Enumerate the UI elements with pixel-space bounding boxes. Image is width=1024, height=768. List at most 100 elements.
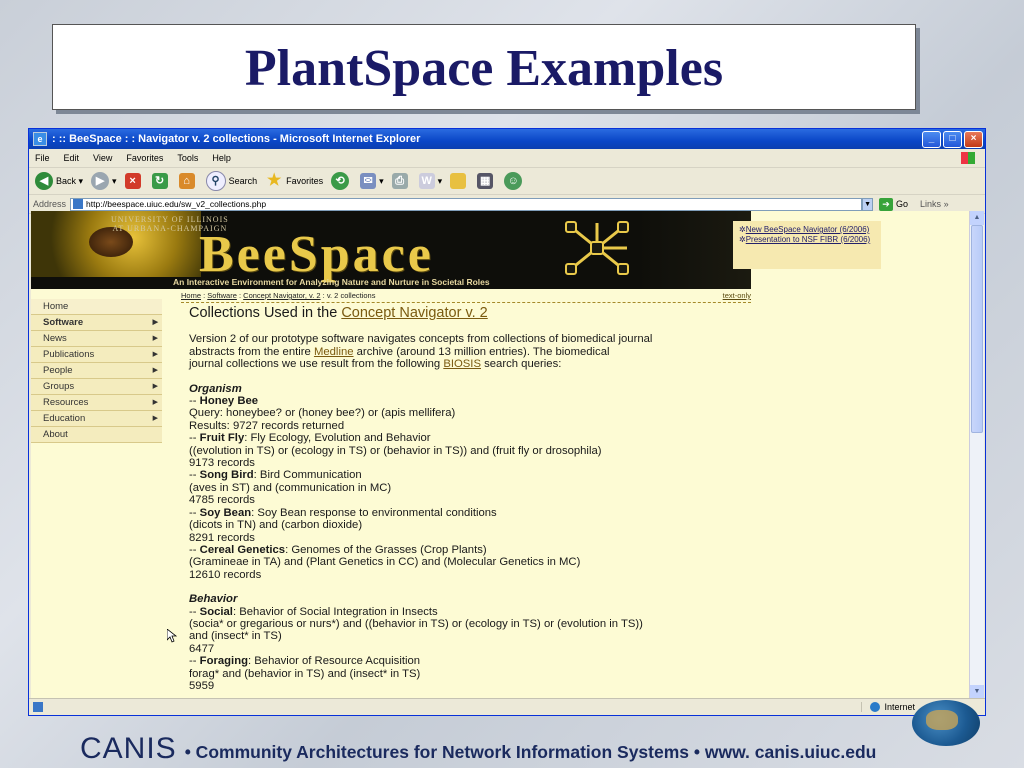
nav-item-news[interactable]: News ▶	[31, 331, 162, 347]
mouse-cursor-icon	[167, 629, 177, 643]
cereal-query: (Gramineae in TA) and (Plant Genetics in…	[189, 556, 581, 569]
songbird-records: 4785 records	[189, 494, 255, 507]
edit-button[interactable]: W ▾	[418, 173, 442, 189]
nav-item-groups[interactable]: Groups ▶	[31, 379, 162, 395]
network-graph-icon	[565, 221, 629, 275]
songbird-query: (aves in ST) and (communication in MC)	[189, 481, 392, 494]
text-only-link[interactable]: text-only	[723, 291, 751, 300]
links-button[interactable]: Links »	[920, 199, 949, 209]
history-button[interactable]: ⟲	[331, 172, 352, 190]
research-icon: ▦	[477, 173, 494, 189]
mail-icon: ✉	[360, 173, 377, 189]
menu-tools[interactable]: Tools	[177, 153, 198, 163]
nav-label: Publications	[43, 349, 95, 360]
university-line-1: UNIVERSITY OF ILLINOIS	[111, 215, 229, 224]
menu-file[interactable]: File	[35, 153, 50, 163]
soybean-label: Soy Bean	[199, 506, 252, 519]
breadcrumb-software[interactable]: Software	[207, 291, 237, 300]
nav-item-publications[interactable]: Publications ▶	[31, 347, 162, 363]
refresh-button[interactable]: ↻	[151, 173, 171, 189]
nav-item-software[interactable]: Software ▶	[31, 315, 162, 331]
stop-icon: ×	[124, 173, 141, 189]
breadcrumb-concept[interactable]: Concept Navigator, v. 2	[243, 291, 320, 300]
page-heading: Collections Used in the Concept Navigato…	[189, 305, 769, 321]
globe-decoration-icon	[912, 700, 980, 746]
foraging-label: Foraging	[199, 655, 248, 668]
menu-help[interactable]: Help	[212, 153, 231, 163]
research-button[interactable]: ▦	[477, 173, 496, 189]
search-label: Search	[228, 176, 258, 186]
scroll-down-icon[interactable]: ▼	[970, 685, 984, 699]
mail-button[interactable]: ✉ ▾	[360, 173, 384, 189]
nav-item-home[interactable]: Home	[31, 299, 162, 315]
scrollbar-thumb[interactable]	[971, 225, 983, 433]
back-arrow-icon: ◀	[35, 172, 53, 190]
nav-item-resources[interactable]: Resources ▶	[31, 395, 162, 411]
forward-button[interactable]: ▶ ▾	[91, 172, 117, 190]
intro-line-2a: abstracts from the entire	[189, 345, 314, 358]
social-query-2: and (insect* in TS)	[189, 630, 282, 643]
breadcrumb: Home : Software : Concept Navigator, v. …	[181, 291, 751, 303]
address-label: Address	[33, 199, 67, 209]
beespace-banner: UNIVERSITY OF ILLINOIS AT URBANA-CHAMPAI…	[31, 211, 751, 289]
nav-label: Education	[43, 413, 86, 424]
search-button[interactable]: ⚲ Search	[205, 171, 258, 191]
main-content: Collections Used in the Concept Navigato…	[189, 305, 769, 692]
nav-item-people[interactable]: People ▶	[31, 363, 162, 379]
vertical-scrollbar[interactable]: ▲ ▼	[969, 211, 984, 699]
heading-text: Collections Used in the	[189, 305, 342, 321]
foraging-entry: -- Foraging: Behavior of Resource Acquis…	[189, 655, 769, 667]
menu-edit[interactable]: Edit	[64, 153, 80, 163]
address-dropdown-button[interactable]: ▼	[862, 197, 874, 211]
side-navigation: Home Software ▶ News ▶ Publications ▶ Peopl…	[31, 299, 162, 443]
favorites-label: Favorites	[286, 176, 324, 186]
star-icon: ★	[266, 172, 282, 189]
edit-icon: W	[418, 173, 435, 189]
intro-line-3a: journal collections we use result from t…	[189, 358, 444, 371]
print-button[interactable]: ⎙	[391, 173, 411, 189]
news-link-nsf[interactable]: Presentation to NSF FIBR (6/2006)	[746, 235, 871, 244]
scroll-up-icon[interactable]: ▲	[970, 211, 984, 225]
nav-label: Software	[43, 317, 84, 328]
maximize-button[interactable]: □	[943, 130, 962, 148]
go-button[interactable]: ➔ Go	[879, 197, 908, 211]
intro-line-1: Version 2 of our prototype software navi…	[189, 333, 653, 346]
folder-button[interactable]	[450, 173, 469, 189]
concept-navigator-link[interactable]: Concept Navigator v. 2	[341, 305, 487, 321]
home-button[interactable]: ⌂	[178, 173, 198, 189]
medline-link[interactable]: Medline	[314, 346, 354, 358]
submenu-arrow-icon: ▶	[152, 335, 158, 342]
beespace-logo: BeeSpace	[199, 226, 434, 283]
honeybee-query: Query: honeybee? or (honey bee?) or (api…	[189, 407, 456, 420]
back-button[interactable]: ◀ Back ▾	[35, 172, 83, 190]
favorites-button[interactable]: ★ Favorites	[265, 172, 323, 190]
foraging-desc: : Behavior of Resource Acquisition	[248, 655, 421, 668]
breadcrumb-home[interactable]: Home	[181, 291, 201, 300]
links-label: Links	[920, 199, 942, 209]
soybean-query: (dicots in TN) and (carbon dioxide)	[189, 519, 363, 532]
menu-view[interactable]: View	[93, 153, 112, 163]
go-arrow-icon: ➔	[879, 197, 894, 211]
messenger-button[interactable]: ☺	[504, 172, 525, 190]
close-button[interactable]: ×	[964, 130, 983, 148]
news-link-navigator[interactable]: New BeeSpace Navigator (6/2006)	[746, 225, 870, 234]
social-query-1: (socia* or gregarious or nurs*) and ((be…	[189, 617, 643, 630]
intro-paragraph: Version 2 of our prototype software navi…	[189, 333, 769, 370]
zone-label: Internet	[884, 702, 915, 712]
social-desc: : Behavior of Social Integration in Inse…	[232, 605, 438, 618]
url-input[interactable]: http://beespace.uiuc.edu/sw_v2_collectio…	[70, 197, 863, 211]
browser-window: e : :: BeeSpace : : Navigator v. 2 colle…	[28, 128, 986, 716]
foraging-query: forag* and (behavior in TS) and (insect*…	[189, 667, 421, 680]
songbird-desc: : Bird Communication	[253, 469, 362, 482]
honeybee-entry: -- Honey Bee	[189, 395, 769, 407]
submenu-arrow-icon: ▶	[152, 399, 158, 406]
stop-button[interactable]: ×	[124, 173, 144, 189]
minimize-button[interactable]: _	[922, 130, 941, 148]
nav-item-education[interactable]: Education ▶	[31, 411, 162, 427]
nav-item-about[interactable]: About	[31, 427, 162, 443]
menu-favorites[interactable]: Favorites	[126, 153, 163, 163]
breadcrumb-current: : v. 2 collections	[322, 291, 376, 300]
biosis-link[interactable]: BIOSIS	[443, 358, 481, 370]
back-label: Back	[56, 176, 77, 186]
window-titlebar[interactable]: e : :: BeeSpace : : Navigator v. 2 colle…	[29, 129, 985, 149]
